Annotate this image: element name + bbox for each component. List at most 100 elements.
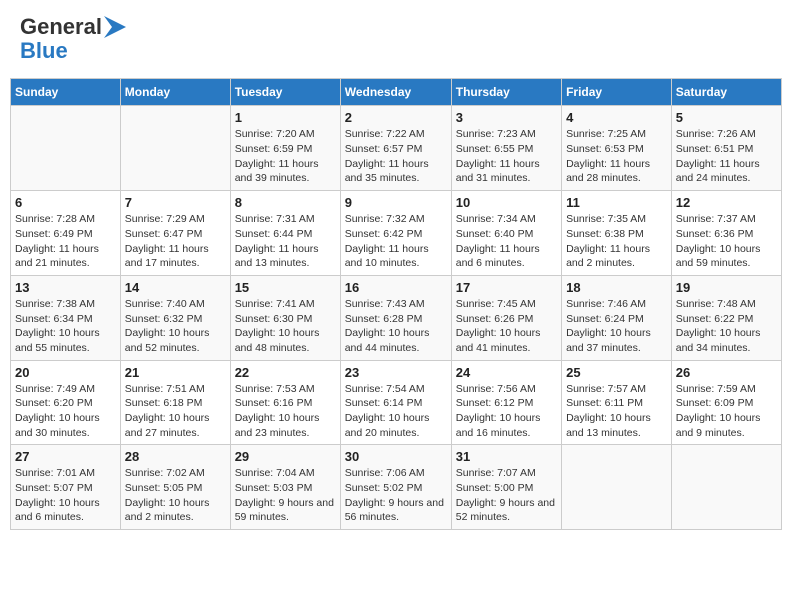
day-number: 14 xyxy=(125,280,226,295)
calendar-cell: 6 Sunrise: 7:28 AM Sunset: 6:49 PM Daylig… xyxy=(11,191,121,276)
day-number: 19 xyxy=(676,280,777,295)
calendar-cell: 17 Sunrise: 7:45 AM Sunset: 6:26 PM Dayli… xyxy=(451,275,561,360)
calendar-cell: 29 Sunrise: 7:04 AM Sunset: 5:03 PM Dayli… xyxy=(230,445,340,530)
calendar-cell xyxy=(562,445,672,530)
calendar-cell: 2 Sunrise: 7:22 AM Sunset: 6:57 PM Daylig… xyxy=(340,106,451,191)
calendar-cell: 16 Sunrise: 7:43 AM Sunset: 6:28 PM Dayli… xyxy=(340,275,451,360)
calendar-week-row: 13Sunrise: 7:38 AM Sunset: 6:34 PM Dayli… xyxy=(11,275,782,360)
day-info: Sunrise: 7:32 AM Sunset: 6:42 PM Dayligh… xyxy=(345,212,447,271)
calendar-cell xyxy=(11,106,121,191)
day-info: Sunrise: 7:35 AM Sunset: 6:38 PM Dayligh… xyxy=(566,212,667,271)
day-number: 29 xyxy=(235,449,336,464)
calendar-cell: 15 Sunrise: 7:41 AM Sunset: 6:30 PM Dayli… xyxy=(230,275,340,360)
logo: General Blue xyxy=(20,15,126,63)
day-number: 22 xyxy=(235,365,336,380)
day-number: 18 xyxy=(566,280,667,295)
calendar-cell: 12Sunrise: 7:37 AM Sunset: 6:36 PM Dayli… xyxy=(671,191,781,276)
day-info: Sunrise: 7:01 AM Sunset: 5:07 PM Dayligh… xyxy=(15,466,116,525)
calendar-header-row: SundayMondayTuesdayWednesdayThursdayFrid… xyxy=(11,79,782,106)
day-info: Sunrise: 7:54 AM Sunset: 6:14 PM Dayligh… xyxy=(345,382,447,441)
day-info: Sunrise: 7:57 AM Sunset: 6:11 PM Dayligh… xyxy=(566,382,667,441)
day-number: 1 xyxy=(235,110,336,125)
day-info: Sunrise: 7:37 AM Sunset: 6:36 PM Dayligh… xyxy=(676,212,777,271)
day-number: 21 xyxy=(125,365,226,380)
day-info: Sunrise: 7:29 AM Sunset: 6:47 PM Dayligh… xyxy=(125,212,226,271)
calendar-cell: 30 Sunrise: 7:06 AM Sunset: 5:02 PM Dayli… xyxy=(340,445,451,530)
day-number: 30 xyxy=(345,449,447,464)
day-number: 23 xyxy=(345,365,447,380)
calendar-cell: 9 Sunrise: 7:32 AM Sunset: 6:42 PM Daylig… xyxy=(340,191,451,276)
calendar-cell: 22 Sunrise: 7:53 AM Sunset: 6:16 PM Dayli… xyxy=(230,360,340,445)
logo-arrow-icon xyxy=(104,16,126,38)
weekday-header-saturday: Saturday xyxy=(671,79,781,106)
weekday-header-tuesday: Tuesday xyxy=(230,79,340,106)
day-info: Sunrise: 7:02 AM Sunset: 5:05 PM Dayligh… xyxy=(125,466,226,525)
day-info: Sunrise: 7:31 AM Sunset: 6:44 PM Dayligh… xyxy=(235,212,336,271)
weekday-header-thursday: Thursday xyxy=(451,79,561,106)
day-number: 2 xyxy=(345,110,447,125)
calendar-cell: 1Sunrise: 7:20 AM Sunset: 6:59 PM Daylig… xyxy=(230,106,340,191)
calendar-cell: 21 Sunrise: 7:51 AM Sunset: 6:18 PM Dayli… xyxy=(120,360,230,445)
calendar-cell: 10 Sunrise: 7:34 AM Sunset: 6:40 PM Dayli… xyxy=(451,191,561,276)
calendar-week-row: 6 Sunrise: 7:28 AM Sunset: 6:49 PM Daylig… xyxy=(11,191,782,276)
calendar-table: SundayMondayTuesdayWednesdayThursdayFrid… xyxy=(10,78,782,530)
day-info: Sunrise: 7:23 AM Sunset: 6:55 PM Dayligh… xyxy=(456,127,557,186)
calendar-cell: 3Sunrise: 7:23 AM Sunset: 6:55 PM Daylig… xyxy=(451,106,561,191)
day-number: 13 xyxy=(15,280,116,295)
day-info: Sunrise: 7:25 AM Sunset: 6:53 PM Dayligh… xyxy=(566,127,667,186)
day-number: 8 xyxy=(235,195,336,210)
day-number: 4 xyxy=(566,110,667,125)
calendar-cell: 5Sunrise: 7:26 AM Sunset: 6:51 PM Daylig… xyxy=(671,106,781,191)
calendar-cell: 18 Sunrise: 7:46 AM Sunset: 6:24 PM Dayli… xyxy=(562,275,672,360)
weekday-header-sunday: Sunday xyxy=(11,79,121,106)
weekday-header-monday: Monday xyxy=(120,79,230,106)
day-number: 17 xyxy=(456,280,557,295)
day-info: Sunrise: 7:45 AM Sunset: 6:26 PM Dayligh… xyxy=(456,297,557,356)
calendar-cell: 23 Sunrise: 7:54 AM Sunset: 6:14 PM Dayli… xyxy=(340,360,451,445)
calendar-cell: 26 Sunrise: 7:59 AM Sunset: 6:09 PM Dayli… xyxy=(671,360,781,445)
calendar-cell: 19 Sunrise: 7:48 AM Sunset: 6:22 PM Dayli… xyxy=(671,275,781,360)
day-number: 24 xyxy=(456,365,557,380)
day-number: 31 xyxy=(456,449,557,464)
day-number: 5 xyxy=(676,110,777,125)
calendar-cell: 7 Sunrise: 7:29 AM Sunset: 6:47 PM Daylig… xyxy=(120,191,230,276)
weekday-header-wednesday: Wednesday xyxy=(340,79,451,106)
day-info: Sunrise: 7:40 AM Sunset: 6:32 PM Dayligh… xyxy=(125,297,226,356)
calendar-cell: 24Sunrise: 7:56 AM Sunset: 6:12 PM Dayli… xyxy=(451,360,561,445)
calendar-cell: 27Sunrise: 7:01 AM Sunset: 5:07 PM Dayli… xyxy=(11,445,121,530)
day-info: Sunrise: 7:41 AM Sunset: 6:30 PM Dayligh… xyxy=(235,297,336,356)
day-number: 10 xyxy=(456,195,557,210)
calendar-cell: 4 Sunrise: 7:25 AM Sunset: 6:53 PM Daylig… xyxy=(562,106,672,191)
day-number: 11 xyxy=(566,195,667,210)
day-number: 15 xyxy=(235,280,336,295)
calendar-cell: 20Sunrise: 7:49 AM Sunset: 6:20 PM Dayli… xyxy=(11,360,121,445)
calendar-week-row: 20Sunrise: 7:49 AM Sunset: 6:20 PM Dayli… xyxy=(11,360,782,445)
calendar-cell: 14 Sunrise: 7:40 AM Sunset: 6:32 PM Dayli… xyxy=(120,275,230,360)
day-number: 16 xyxy=(345,280,447,295)
calendar-cell: 25 Sunrise: 7:57 AM Sunset: 6:11 PM Dayli… xyxy=(562,360,672,445)
day-info: Sunrise: 7:22 AM Sunset: 6:57 PM Dayligh… xyxy=(345,127,447,186)
day-number: 9 xyxy=(345,195,447,210)
day-info: Sunrise: 7:48 AM Sunset: 6:22 PM Dayligh… xyxy=(676,297,777,356)
day-info: Sunrise: 7:28 AM Sunset: 6:49 PM Dayligh… xyxy=(15,212,116,271)
day-info: Sunrise: 7:07 AM Sunset: 5:00 PM Dayligh… xyxy=(456,466,557,525)
calendar-cell: 8 Sunrise: 7:31 AM Sunset: 6:44 PM Daylig… xyxy=(230,191,340,276)
day-info: Sunrise: 7:43 AM Sunset: 6:28 PM Dayligh… xyxy=(345,297,447,356)
day-info: Sunrise: 7:06 AM Sunset: 5:02 PM Dayligh… xyxy=(345,466,447,525)
day-number: 25 xyxy=(566,365,667,380)
day-info: Sunrise: 7:51 AM Sunset: 6:18 PM Dayligh… xyxy=(125,382,226,441)
calendar-cell: 28Sunrise: 7:02 AM Sunset: 5:05 PM Dayli… xyxy=(120,445,230,530)
day-number: 26 xyxy=(676,365,777,380)
page-header: General Blue xyxy=(10,10,782,68)
calendar-week-row: 27Sunrise: 7:01 AM Sunset: 5:07 PM Dayli… xyxy=(11,445,782,530)
day-info: Sunrise: 7:53 AM Sunset: 6:16 PM Dayligh… xyxy=(235,382,336,441)
day-info: Sunrise: 7:04 AM Sunset: 5:03 PM Dayligh… xyxy=(235,466,336,525)
calendar-cell: 13Sunrise: 7:38 AM Sunset: 6:34 PM Dayli… xyxy=(11,275,121,360)
day-number: 6 xyxy=(15,195,116,210)
day-info: Sunrise: 7:59 AM Sunset: 6:09 PM Dayligh… xyxy=(676,382,777,441)
day-info: Sunrise: 7:34 AM Sunset: 6:40 PM Dayligh… xyxy=(456,212,557,271)
day-number: 20 xyxy=(15,365,116,380)
day-info: Sunrise: 7:46 AM Sunset: 6:24 PM Dayligh… xyxy=(566,297,667,356)
calendar-cell xyxy=(671,445,781,530)
day-number: 7 xyxy=(125,195,226,210)
